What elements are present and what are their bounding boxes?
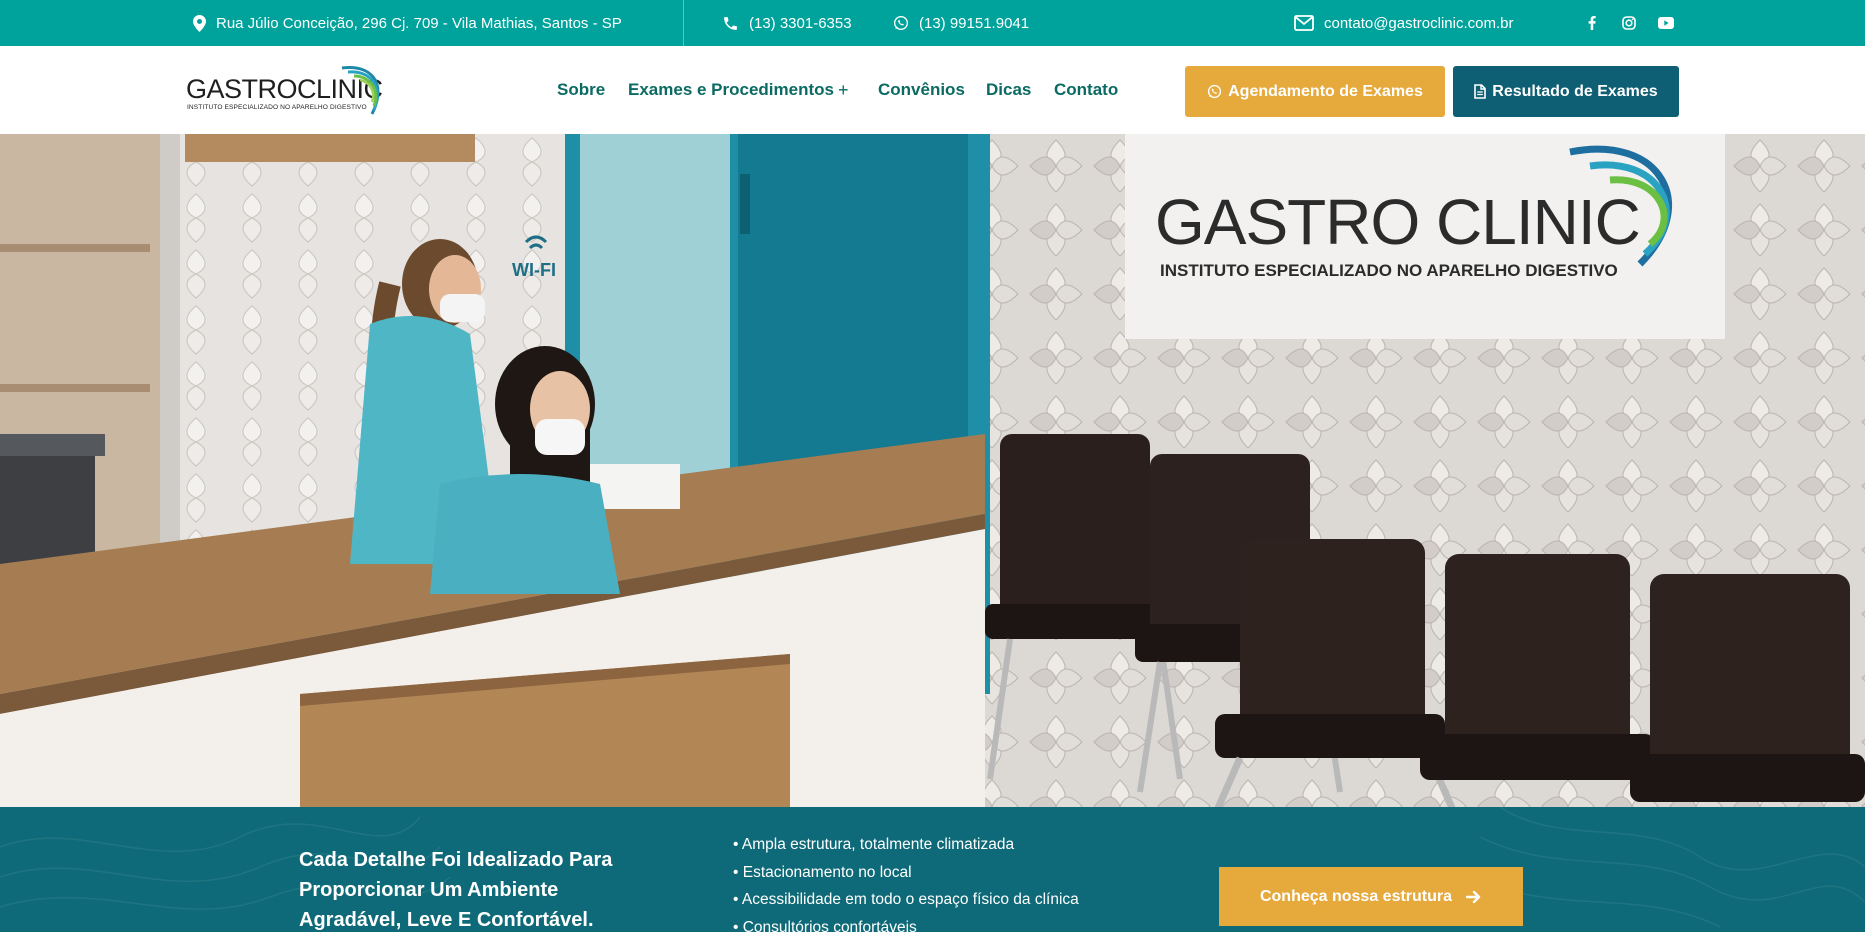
structure-band: Cada Detalhe Foi Idealizado Para Proporc… <box>0 807 1865 932</box>
agendamento-button[interactable]: Agendamento de Exames <box>1185 66 1445 117</box>
structure-headline: Cada Detalhe Foi Idealizado Para Proporc… <box>299 849 613 931</box>
resultado-label: Resultado de Exames <box>1492 82 1658 100</box>
envelope-icon <box>1294 15 1314 31</box>
conheca-estrutura-button[interactable]: Conheça nossa estrutura <box>1219 867 1523 926</box>
site-logo[interactable]: GASTROCLINIC INSTITUTO ESPECIALIZADO NO … <box>186 62 396 120</box>
phone-text: (13) 3301-6353 <box>749 14 852 32</box>
phone-link[interactable]: (13) 3301-6353 <box>722 0 852 46</box>
whatsapp-text: (13) 99151.9041 <box>919 14 1030 32</box>
arrow-right-icon <box>1466 890 1481 903</box>
feature-item: • Ampla estrutura, totalmente climatizad… <box>733 836 1015 853</box>
structure-features: • Ampla estrutura, totalmente climatizad… <box>733 831 1079 932</box>
nav-item-convenios[interactable]: Convênios <box>878 46 965 134</box>
nav-link-dicas[interactable]: Dicas <box>986 80 1031 100</box>
nav-link-sobre[interactable]: Sobre <box>557 80 605 100</box>
instagram-icon <box>1622 16 1636 30</box>
hero-image: WI-FI GASTRO CLINIC INSTITUTO ESPECIALIZ… <box>0 134 1865 807</box>
whatsapp-icon <box>1208 84 1222 99</box>
email-text: contato@gastroclinic.com.br <box>1324 14 1514 32</box>
resultado-button[interactable]: Resultado de Exames <box>1453 66 1679 117</box>
document-icon <box>1474 84 1487 99</box>
logo-word-gastro: GASTRO <box>186 74 298 104</box>
nav-link-contato[interactable]: Contato <box>1054 80 1118 100</box>
phone-icon <box>724 16 737 30</box>
nav-item-dicas[interactable]: Dicas <box>986 46 1031 134</box>
nav-item-exames[interactable]: Exames e Procedimentos + <box>628 46 849 134</box>
facebook-icon <box>1588 16 1596 30</box>
agendamento-label: Agendamento de Exames <box>1228 82 1423 100</box>
address-info: Rua Júlio Conceição, 296 Cj. 709 - Vila … <box>193 0 622 46</box>
instagram-link[interactable] <box>1618 12 1640 34</box>
nav-item-sobre[interactable]: Sobre <box>557 46 605 134</box>
nav-link-exames[interactable]: Exames e Procedimentos <box>628 80 834 100</box>
nav-link-convenios[interactable]: Convênios <box>878 80 965 100</box>
map-pin-icon <box>193 14 206 32</box>
sign-subtitle: INSTITUTO ESPECIALIZADO NO APARELHO DIGE… <box>1160 261 1618 280</box>
feature-item: • Consultórios confortáveis <box>733 918 917 932</box>
whatsapp-icon <box>894 16 908 30</box>
reception-photo: WI-FI GASTRO CLINIC INSTITUTO ESPECIALIZ… <box>0 134 1865 807</box>
youtube-icon <box>1658 17 1674 29</box>
topbar-divider <box>683 0 684 46</box>
wifi-label: WI-FI <box>512 260 556 280</box>
email-link[interactable]: contato@gastroclinic.com.br <box>1294 0 1513 46</box>
conheca-estrutura-label: Conheça nossa estrutura <box>1259 887 1453 905</box>
whatsapp-link[interactable]: (13) 99151.9041 <box>893 0 1029 46</box>
site-header: GASTROCLINIC INSTITUTO ESPECIALIZADO NO … <box>0 46 1865 134</box>
feature-item: • Acessibilidade em todo o espaço físico… <box>733 891 1079 908</box>
youtube-link[interactable] <box>1655 12 1677 34</box>
facebook-link[interactable] <box>1581 12 1603 34</box>
top-bar: Rua Júlio Conceição, 296 Cj. 709 - Vila … <box>0 0 1865 46</box>
address-text: Rua Júlio Conceição, 296 Cj. 709 - Vila … <box>216 14 622 32</box>
sign-title: GASTRO CLINIC <box>1155 186 1640 258</box>
logo-arcs-icon <box>341 65 380 115</box>
feature-item: • Estacionamento no local <box>733 863 912 881</box>
plus-icon: + <box>837 79 849 100</box>
nav-item-contato[interactable]: Contato <box>1054 46 1118 134</box>
